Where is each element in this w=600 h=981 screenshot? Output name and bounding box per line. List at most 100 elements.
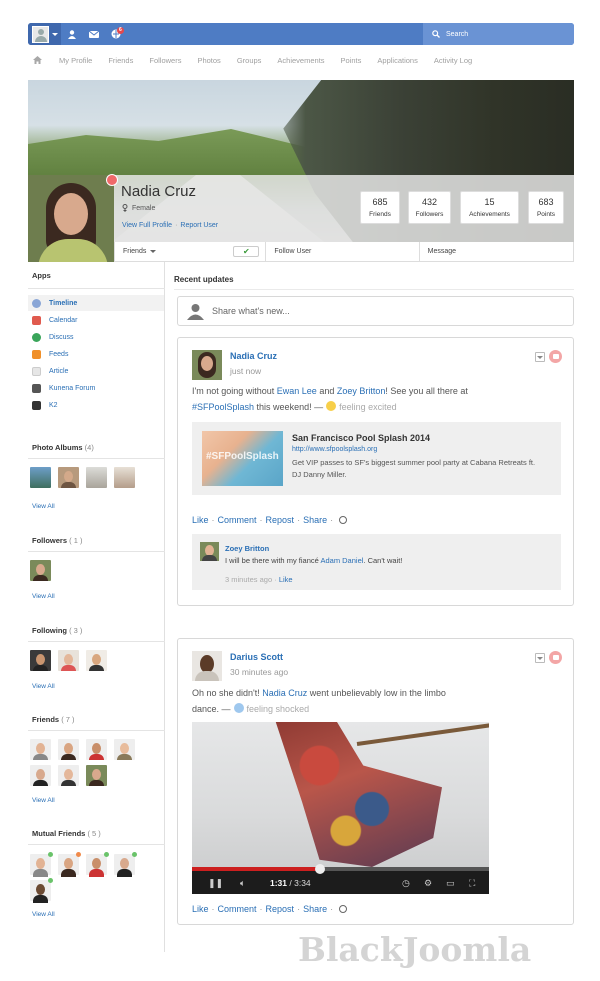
stat-points[interactable]: 683 Points (528, 191, 564, 224)
album-thumb[interactable] (86, 467, 107, 488)
stat-followers[interactable]: 432 Followers (408, 191, 451, 224)
video-controls: ❚❚ 🔈︎ 1:31 / 3:34 ◷ ⚙ ▭ ⛶ (192, 864, 489, 894)
notifications-icon[interactable]: 6 (105, 23, 127, 45)
mutual-friend-avatar[interactable] (58, 852, 81, 877)
post-author-avatar[interactable] (192, 651, 222, 681)
view-full-profile-link[interactable]: View Full Profile (122, 222, 172, 229)
link-preview[interactable]: #SFPoolSplash San Francisco Pool Splash … (192, 422, 561, 495)
volume-icon[interactable]: 🔈︎ (240, 878, 245, 888)
photo-icon[interactable] (549, 651, 562, 664)
view-all-mutual-friends-link[interactable]: View All (32, 911, 55, 918)
friend-requests-icon[interactable] (61, 23, 83, 45)
mutual-friend-avatar[interactable] (86, 852, 109, 877)
privacy-globe-icon[interactable] (339, 516, 348, 524)
comment-link[interactable]: Comment (218, 904, 257, 914)
post-author-avatar[interactable] (192, 350, 222, 380)
friend-avatar[interactable] (58, 739, 79, 760)
share-link[interactable]: Share (303, 515, 327, 525)
theater-mode-icon[interactable]: ▭ (446, 878, 455, 888)
home-icon[interactable] (33, 56, 44, 64)
follow-user-button[interactable]: Follow User (266, 242, 420, 261)
comment-link[interactable]: Comment (218, 515, 257, 525)
fullscreen-icon[interactable]: ⛶ (469, 878, 475, 888)
like-link[interactable]: Like (192, 515, 209, 525)
friend-avatar[interactable] (58, 765, 79, 786)
friend-avatar[interactable] (30, 765, 51, 786)
nav-photos[interactable]: Photos (197, 56, 220, 65)
following-avatar[interactable] (30, 650, 51, 671)
friend-avatar[interactable] (30, 739, 51, 760)
video-scrubber-handle[interactable] (314, 864, 325, 874)
mention-link[interactable]: Zoey Britton (337, 386, 386, 396)
link-preview-url[interactable]: http://www.sfpoolsplash.org (292, 446, 377, 453)
mutual-friend-avatar[interactable] (30, 878, 53, 903)
album-thumb[interactable] (114, 467, 135, 488)
view-all-friends-link[interactable]: View All (32, 797, 55, 804)
app-calendar[interactable]: Calendar (28, 312, 164, 328)
friend-avatar[interactable] (86, 765, 107, 786)
nav-applications[interactable]: Applications (377, 56, 417, 65)
share-link[interactable]: Share (303, 904, 327, 914)
nav-friends[interactable]: Friends (108, 56, 133, 65)
post-options-button[interactable] (535, 352, 545, 362)
privacy-globe-icon[interactable] (339, 905, 348, 913)
share-status-input[interactable]: Share what's new... (177, 296, 574, 326)
view-all-following-link[interactable]: View All (32, 683, 55, 690)
repost-link[interactable]: Repost (266, 904, 295, 914)
stat-friends[interactable]: 685 Friends (360, 191, 400, 224)
feeling-text: feeling excited (339, 402, 397, 412)
messages-icon[interactable] (83, 23, 105, 45)
pause-icon[interactable]: ❚❚ (208, 878, 223, 888)
stat-achievements[interactable]: 15 Achievements (460, 191, 519, 224)
search-input[interactable]: Search (423, 23, 574, 45)
nav-activity-log[interactable]: Activity Log (434, 56, 472, 65)
mention-link[interactable]: Ewan Lee (277, 386, 317, 396)
post-author-name[interactable]: Nadia Cruz (230, 351, 277, 361)
comment-like-link[interactable]: Like (279, 575, 293, 584)
clock-icon[interactable]: ◷ (402, 878, 410, 888)
photo-albums-list (30, 467, 142, 488)
post-options-button[interactable] (535, 653, 545, 663)
nav-my-profile[interactable]: My Profile (59, 56, 92, 65)
view-all-followers-link[interactable]: View All (32, 593, 55, 600)
comment-author-name[interactable]: Zoey Britton (225, 544, 269, 553)
mention-link[interactable]: Nadia Cruz (262, 688, 307, 698)
like-link[interactable]: Like (192, 904, 209, 914)
profile-avatar[interactable] (28, 175, 114, 262)
nav-followers[interactable]: Followers (149, 56, 181, 65)
mutual-friend-avatar[interactable] (114, 852, 137, 877)
photo-icon[interactable] (549, 350, 562, 363)
message-button[interactable]: Message (420, 242, 573, 261)
app-kunena-forum[interactable]: Kunena Forum (28, 380, 164, 396)
report-user-link[interactable]: Report User (180, 222, 218, 229)
user-menu-button[interactable] (28, 23, 61, 45)
following-avatar[interactable] (86, 650, 107, 671)
friends-dropdown[interactable]: Friends ✔ (115, 242, 267, 261)
link-preview-title[interactable]: San Francisco Pool Splash 2014 (292, 433, 430, 443)
video-player[interactable]: ❚❚ 🔈︎ 1:31 / 3:34 ◷ ⚙ ▭ ⛶ (192, 722, 489, 894)
post-author-name[interactable]: Darius Scott (230, 652, 283, 662)
nav-achievements[interactable]: Achievements (277, 56, 324, 65)
app-feeds[interactable]: Feeds (28, 346, 164, 362)
gender-icon (122, 204, 128, 212)
app-k2[interactable]: K2 (28, 397, 164, 413)
app-timeline[interactable]: Timeline (28, 295, 164, 311)
video-progress-bar[interactable] (192, 864, 489, 874)
hashtag-link[interactable]: #SFPoolSplash (192, 402, 254, 412)
friend-avatar[interactable] (86, 739, 107, 760)
album-thumb[interactable] (30, 467, 51, 488)
nav-points[interactable]: Points (341, 56, 362, 65)
repost-link[interactable]: Repost (266, 515, 295, 525)
follower-avatar[interactable] (30, 560, 51, 581)
settings-gear-icon[interactable]: ⚙ (424, 878, 432, 888)
app-article[interactable]: Article (28, 363, 164, 379)
album-thumb[interactable] (58, 467, 79, 488)
view-all-albums-link[interactable]: View All (32, 503, 55, 510)
following-avatar[interactable] (58, 650, 79, 671)
mutual-friend-avatar[interactable] (30, 852, 53, 877)
friend-avatar[interactable] (114, 739, 135, 760)
nav-groups[interactable]: Groups (237, 56, 262, 65)
app-discuss[interactable]: Discuss (28, 329, 164, 345)
mention-link[interactable]: Adam Daniel (320, 556, 363, 565)
comment-author-avatar[interactable] (200, 542, 219, 561)
